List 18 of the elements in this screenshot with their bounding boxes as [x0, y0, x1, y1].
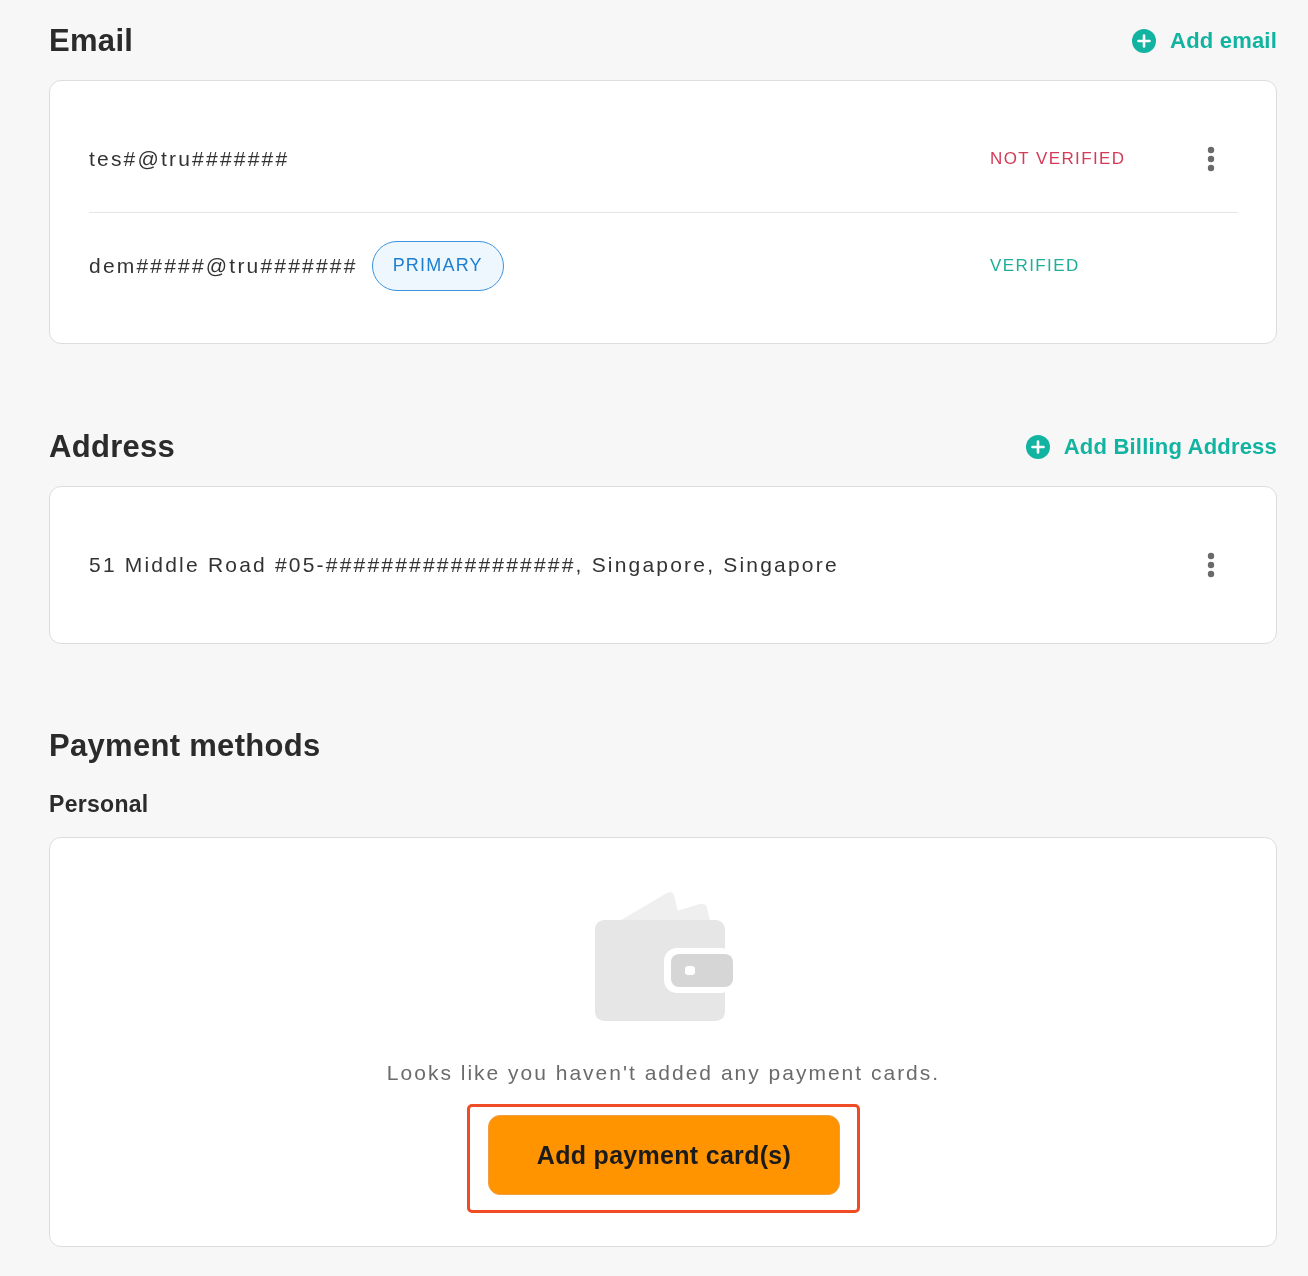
add-link[interactable]: Add email [1132, 28, 1277, 54]
address-text: 51 Middle Road #05-##################, Singapore, Singapore [89, 553, 839, 577]
section-title: Address [49, 429, 176, 465]
email-address: dem#####@tru####### [89, 253, 358, 278]
verification-status: VERIFIED [990, 255, 1080, 276]
add-payment-card-button[interactable]: Add payment card(s) [488, 1115, 840, 1195]
plus-icon [1132, 29, 1157, 53]
section-title: Email [49, 23, 134, 59]
more-icon[interactable] [1207, 146, 1215, 172]
section-title: Payment methods [49, 728, 321, 764]
plus-icon [1025, 435, 1050, 459]
add-link[interactable]: Add Billing Address [1025, 434, 1277, 460]
primary-badge: PRIMARY [371, 240, 504, 291]
group-title: Personal [49, 790, 149, 819]
empty-message: Looks like you haven't added any payment cards. [386, 1060, 941, 1086]
more-icon[interactable] [1207, 552, 1215, 578]
verification-status: NOT VERIFIED [990, 149, 1126, 169]
email-address: tes#@tru####### [89, 147, 290, 171]
